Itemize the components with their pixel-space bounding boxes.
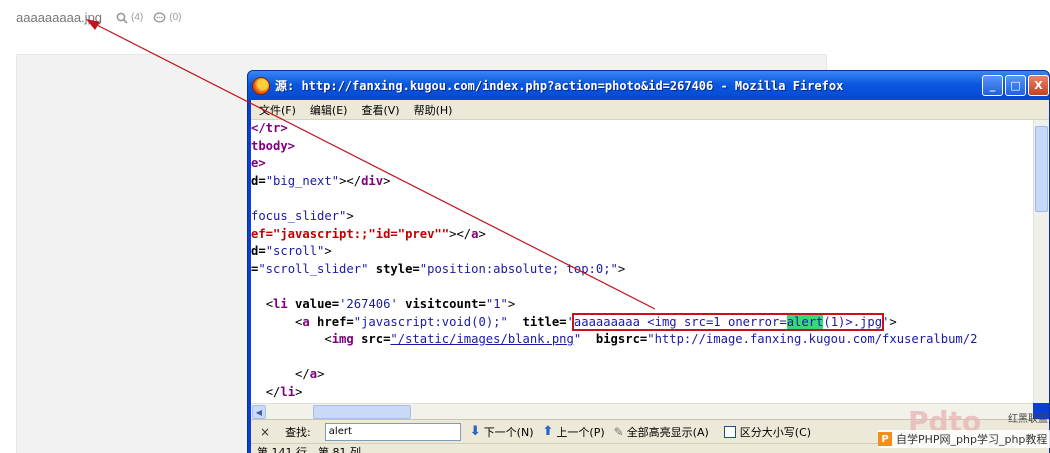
src-line-4-tag: div [361,173,384,188]
find-input[interactable] [324,422,461,441]
match-case-checkbox[interactable] [723,425,736,438]
find-close-icon[interactable]: × [260,425,270,439]
src-line-1: </tr> [251,121,288,135]
watermark-caption-text: 自学PHP网_php学习_php教程 [896,433,1048,446]
src-line-4-end: > [383,173,391,188]
src-line-11-open: < [324,332,332,347]
comments-meta: (0) [153,11,182,24]
src-line-5-end: > [346,208,354,223]
src-line-2: tbody> [251,138,296,153]
src-line-10-quote: ' [566,314,574,329]
vertical-scrollbar[interactable] [1033,120,1049,403]
firefox-window: 源: http://fanxing.kugou.com/index.php?ac… [247,70,1050,453]
watermark-p-icon: P [878,432,892,446]
highlighter-icon: ✎ [613,424,624,439]
src-line-7-val: "scroll" [265,244,325,259]
src-line-10-end: > [889,314,897,329]
src-line-8-val: "scroll_slider" [258,261,369,276]
vertical-scroll-thumb[interactable] [1035,126,1048,212]
src-line-11-bigsrc: bigsrc= [581,332,648,347]
photo-header: aaaaaaaaa.jpg (4) (0) [16,10,182,25]
scroll-left-icon[interactable]: ◀ [252,405,266,419]
src-line-12-tag: a [309,367,318,382]
find-previous-label: 上一个(P) [556,425,605,439]
src-line-4-attr: d= [251,173,266,188]
match-case-option[interactable]: 区分大小写(C) [718,424,811,440]
source-view[interactable]: </tr> tbody> e> d="big_next"></div> focu… [251,120,1049,403]
views-meta: (4) [116,12,143,24]
views-count: (4) [131,12,144,23]
src-line-9-val: '267406' [339,296,398,311]
src-line-6-sep: ></ [449,226,472,241]
maximize-button[interactable]: □ [1005,75,1026,96]
window-titlebar[interactable]: 源: http://fanxing.kugou.com/index.php?ac… [248,71,1049,100]
src-line-9-open: < [265,296,274,311]
watermark-side-line-1: 红黑联盟 [1008,414,1048,425]
find-label: 查找: [285,425,311,439]
magnifier-icon [116,12,128,24]
watermark-caption: P 自学PHP网_php学习_php教程 [878,430,1050,448]
src-line-10-href-val: "javascript:void(0);" [353,314,508,329]
src-line-8-style: style= [368,261,420,276]
window-controls: _ □ X [980,75,1049,96]
horizontal-scroll-thumb[interactable] [313,405,411,419]
src-line-13-end: > [295,384,303,399]
find-next-label: 下一个(N) [483,425,534,439]
src-line-8-end: > [617,261,626,276]
arrow-down-icon: ⬇ [469,424,481,439]
xss-title-end: (1)>.jpg [823,314,883,329]
src-line-13-tag: li [280,384,296,399]
menu-edit[interactable]: 编辑(E) [310,102,348,118]
src-line-5-val: focus_slider" [251,208,347,223]
src-line-4-sep: ></ [339,173,362,188]
find-next-button[interactable]: ⬇ 下一个(N) [470,424,534,440]
src-line-9-attr2: visitcount= [397,296,486,311]
src-line-11-src-link[interactable]: "/static/images/blank.png [390,332,573,346]
window-title: 源: http://fanxing.kugou.com/index.php?ac… [275,79,844,93]
src-line-6-end: > [478,226,486,241]
xss-title-start: aaaaaaaaa <img src=1 onerror= [573,314,787,329]
firefox-logo-icon [252,76,270,95]
arrow-up-icon: ⬆ [542,424,554,439]
source-code: </tr> tbody> e> d="big_next"></div> focu… [251,120,977,402]
search-highlight: alert [786,314,824,329]
match-case-label: 区分大小写(C) [739,425,812,439]
src-line-4-val: "big_next" [265,173,340,188]
xss-title-value: aaaaaaaaa <img src=1 onerror=alert(1)>.j… [571,312,885,331]
find-previous-button[interactable]: ⬆ 上一个(P) [543,424,605,440]
src-line-3: e> [251,156,266,171]
src-line-9-val2: "1" [485,296,508,311]
src-line-9-tag: li [273,296,288,311]
src-line-12-end: > [317,367,325,382]
menu-view[interactable]: 查看(V) [361,102,399,118]
menu-file[interactable]: 文件(F) [259,102,296,118]
comments-count: (0) [169,12,182,23]
highlight-all-label: 全部高亮显示(A) [626,425,709,439]
minimize-button[interactable]: _ [982,75,1003,96]
src-line-9-end: > [507,296,516,311]
src-line-11-src: src= [353,332,391,347]
src-line-7-attr: d= [251,244,266,259]
highlight-all-button[interactable]: ✎ 全部高亮显示(A) [614,424,709,440]
src-line-7-end: > [324,244,332,259]
src-line-10-tag: a [302,314,310,329]
menu-help[interactable]: 帮助(H) [414,102,453,118]
src-line-11-bigsrc-val: "http://image.fanxing.kugou.com/fxuseral… [647,332,978,347]
src-line-12-open: </ [295,367,310,382]
src-line-10-href: href= [309,314,354,329]
photo-title[interactable]: aaaaaaaaa.jpg [16,10,102,25]
comment-bubble-icon [153,11,166,23]
watermark-side-text: 红黑联盟 [1008,414,1048,425]
src-line-8-style-val: "position:absolute; top:0;" [419,261,618,276]
src-line-6-attr: ef="javascript:;"id="prev"" [251,226,450,241]
src-line-13-open: </ [265,384,281,399]
src-line-9-attr: value= [287,296,340,311]
close-button[interactable]: X [1028,75,1049,96]
src-line-10-title: title= [507,314,567,329]
src-line-11-tag: img [331,332,354,347]
menubar: 文件(F) 编辑(E) 查看(V) 帮助(H) [251,100,1049,120]
